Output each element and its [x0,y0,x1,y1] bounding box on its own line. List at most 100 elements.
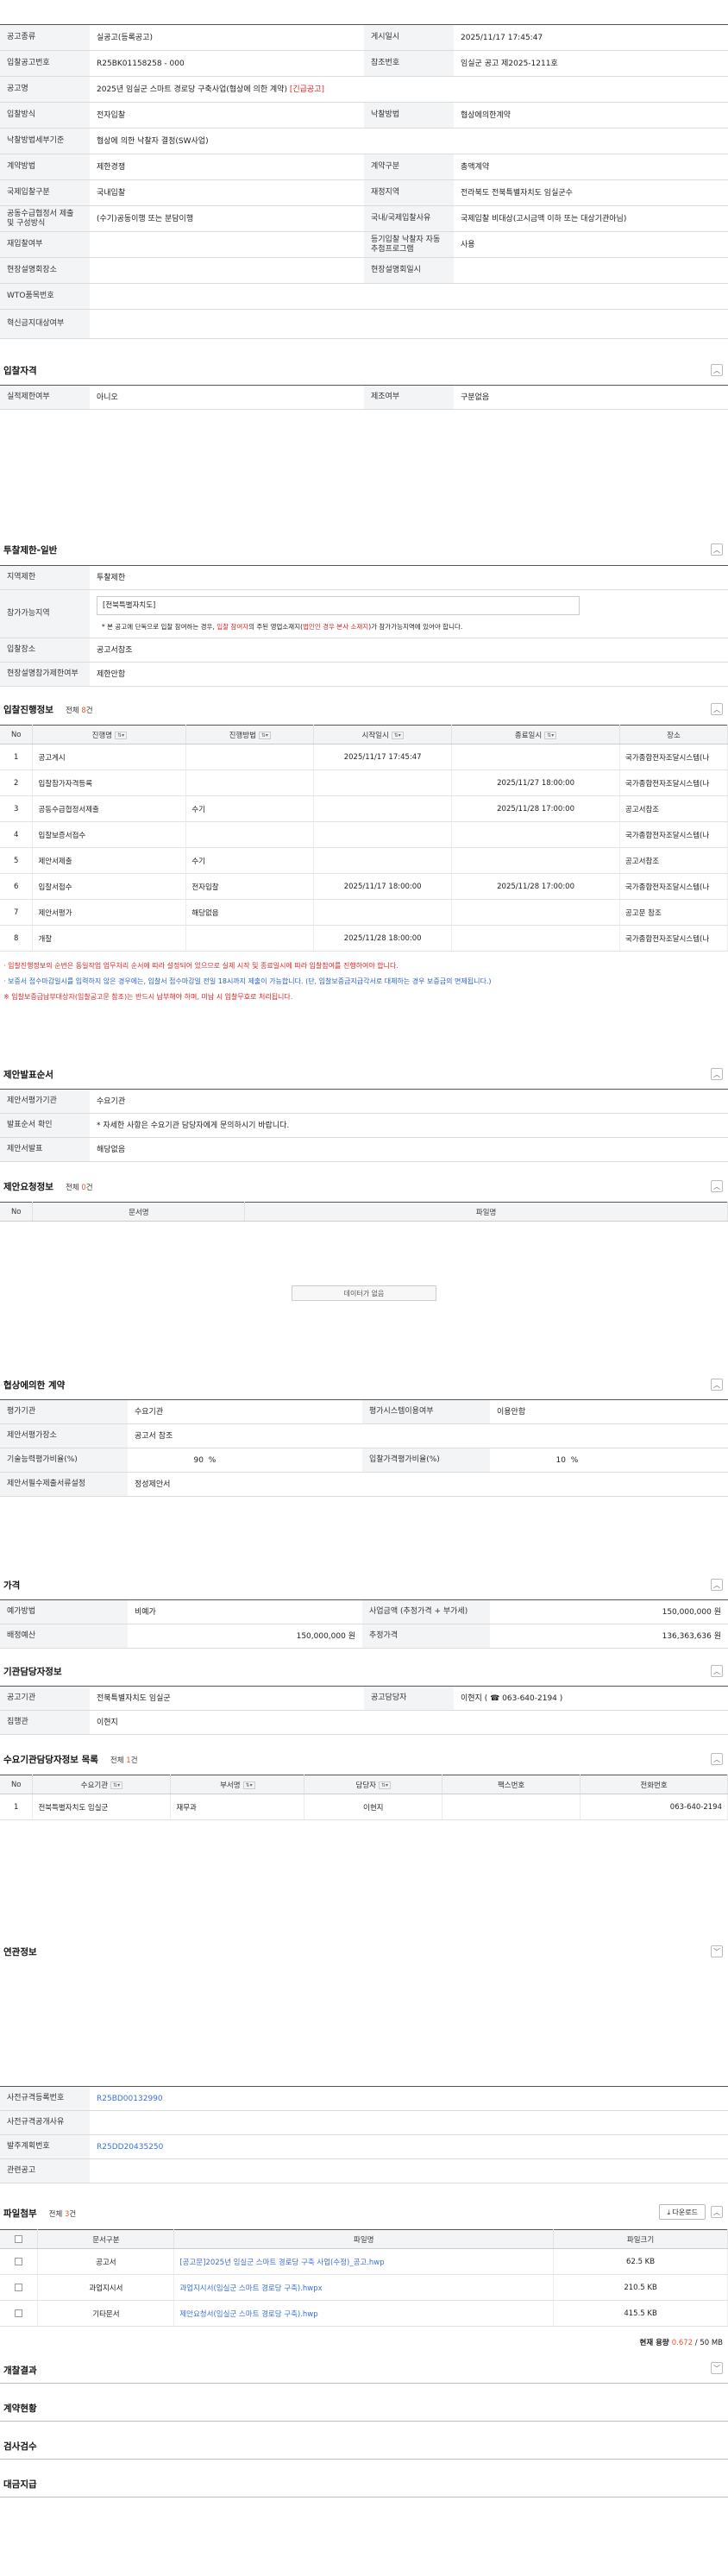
special-value [90,310,728,338]
cell: 재무과 [170,1794,305,1820]
proposal-order-grid: 제안서평가기관 수요기관 발표순서 확인 * 자세한 사항은 수요기관 담당자에… [0,1089,728,1162]
chevron-up-icon[interactable]: ︿ [711,364,723,376]
sort-icon[interactable]: ⇅▾ [110,1781,123,1789]
download-button[interactable]: ⤓ 다운로드 [659,2204,706,2220]
col-header: 문서명 [32,1202,246,1222]
section-title-text: 협상에의한 계약 [3,1380,66,1391]
chevron-up-icon[interactable]: ︿ [711,1665,723,1677]
chevron-up-icon[interactable]: ︿ [711,1379,723,1391]
sort-icon[interactable]: ⇅▾ [242,1781,255,1789]
cell: 2025/11/27 18:00:00 [451,770,620,796]
row-checkbox[interactable] [0,2274,39,2301]
label: 평가기관 [0,1400,128,1423]
divider [0,2383,728,2384]
chevron-up-icon[interactable]: ︿ [711,703,723,715]
col-header[interactable]: 시작일시 ⇅▾ [313,725,453,745]
cell: 2025/11/17 18:00:00 [313,873,453,900]
label: 제안서발표 [0,1138,90,1161]
select-all-checkbox[interactable] [0,2229,39,2249]
file-link[interactable]: 제안요청서(임실군 스마트 경로당 구축).hwp [173,2300,555,2327]
sort-icon[interactable]: ⇅▾ [391,731,404,739]
section-title-text: 파일첨부 [3,2208,37,2219]
post-date-value: 2025/11/17 17:45:47 [461,33,543,42]
count-label: 전체 0건 [66,1182,93,1192]
col-header[interactable]: 진행방법 ⇅▾ [185,725,315,745]
progress-table: No 진행명 ⇅▾ 진행방법 ⇅▾ 시작일시 ⇅▾ 종료일시 ⇅▾ 장소 1 공고게시 20… [0,725,728,952]
agency-grid: 공고기관 전북특별자치도 임실군 공고담당자 이현지 ( ☎ 063-640-2… [0,1686,728,1735]
cell: 개찰 [32,925,187,952]
chevron-up-icon[interactable]: ︿ [711,1753,723,1765]
cell: 8 [0,925,34,952]
cell: 62.5 KB [553,2248,728,2275]
label: 공동수급협정서 제출 및 구성방식 [0,206,90,231]
file-link[interactable]: [공고문]2025년 임실군 스마트 경로당 구축 사업(수정)_공고.hwp [173,2248,555,2275]
est-value: 136,363,636 원 [662,1631,721,1641]
col-header[interactable]: 부서명 ⇅▾ [170,1775,305,1794]
cell: 공고게시 [32,744,187,770]
chevron-up-icon[interactable]: ︿ [711,2206,723,2218]
site-date-value [454,258,728,283]
sort-icon[interactable]: ⇅▾ [115,731,128,739]
sort-icon[interactable]: ⇅▾ [378,1781,391,1789]
label: 공고담당자 [364,1687,454,1710]
row-checkbox[interactable] [0,2248,39,2275]
section-title-inspection[interactable]: 검사검수 [3,2440,37,2453]
pre-spec-link[interactable]: R25BD00132990 [90,2087,728,2110]
chevron-down-icon[interactable]: ﹀ [711,2362,723,2374]
award-method-value: 협상에의한계약 [461,110,511,120]
related-grid: 사전규격등록번호 R25BD00132990 사전규격공개사유 발주계획번호 R… [0,2086,728,2183]
cell [451,847,620,874]
sort-icon[interactable]: ⇅▾ [544,731,557,739]
checkbox-icon[interactable] [15,2309,23,2317]
label: 낙찰방법세부기준 [0,129,90,154]
restriction-grid: 지역제한 투찰제한 참가가능지역 [전북특별자치도] * 본 공고에 단독으로 … [0,565,728,687]
order-plan-link[interactable]: R25DD20435250 [90,2135,728,2158]
cell [313,899,453,926]
checkbox-icon[interactable] [15,2234,23,2243]
table-row: 5 제안서제출 수기 공고서참조 [0,847,728,874]
col-header: 문서구분 [37,2229,175,2249]
ebid-value: 사용 [461,240,475,249]
col-header-text: 진행명 [91,731,113,740]
price-ratio-cell: 10 % [490,1448,728,1472]
notice-name-text: 2025년 임실군 스마트 경로당 구축사업(협상에 의한 계약) [97,85,287,94]
label: 공고기관 [0,1687,90,1710]
col-header[interactable]: 진행명 ⇅▾ [32,725,187,745]
section-title-contract[interactable]: 계약현황 [3,2402,37,2415]
chevron-up-icon[interactable]: ︿ [711,1579,723,1591]
label: 공고명 [0,77,90,102]
col-header[interactable]: 수요기관 ⇅▾ [32,1775,172,1794]
label: 공고종류 [0,25,90,50]
section-title-result[interactable]: 개찰결과 [3,2364,37,2377]
section-title-payment[interactable]: 대금지급 [3,2478,37,2491]
chevron-up-icon[interactable]: ︿ [711,543,723,556]
label: 등기입찰 낙찰자 자동추첨프로그램 [364,232,454,257]
row-checkbox[interactable] [0,2300,39,2327]
cell: 입찰서접수 [32,873,187,900]
cell: 1 [0,1794,34,1820]
place-value: 공고서 참조 [135,1431,173,1441]
note-highlight: 입찰 참여자 [217,622,249,631]
col-header: No [0,1202,34,1222]
label: 계약구분 [364,154,454,179]
chevron-up-icon[interactable]: ︿ [711,1068,723,1080]
section-title-pricing: 가격 [3,1579,20,1592]
contract-method-value: 제한경쟁 [97,162,126,172]
checkbox-icon[interactable] [15,2283,23,2291]
site-value [90,258,364,283]
col-header[interactable]: 종료일시 ⇅▾ [451,725,620,745]
demand-table: No 수요기관 ⇅▾ 부서명 ⇅▾ 담당자 ⇅▾ 팩스번호 전화번호 1 전북특별자치도… [0,1775,728,1820]
count-suffix: 건 [85,1183,93,1192]
cell: 공고서참조 [619,847,728,874]
sort-icon[interactable]: ⇅▾ [258,731,271,739]
checkbox-icon[interactable] [15,2257,23,2265]
chevron-up-icon[interactable]: ︿ [711,1180,723,1192]
label: 입찰장소 [0,638,90,662]
cell [313,795,453,822]
section-title-agency: 기관담당자정보 [3,1665,62,1678]
col-header[interactable]: 담당자 ⇅▾ [304,1775,443,1794]
file-link[interactable]: 과업지시서(임실군 스마트 경로당 구축).hwpx [173,2274,555,2301]
section-title-proposal-order: 제안발표순서 [3,1068,53,1081]
cell: 입찰참가자격등록 [32,770,187,796]
chevron-down-icon[interactable]: ﹀ [711,1945,723,1957]
